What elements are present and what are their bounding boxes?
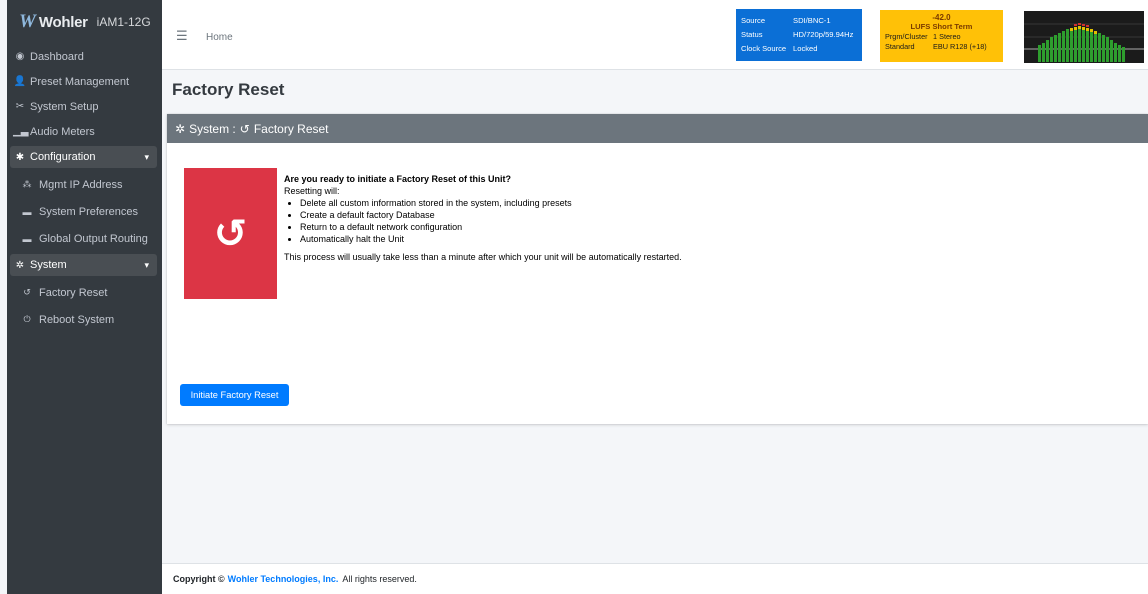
sidebar-group-system[interactable]: ✲ System ▾ [10,254,157,276]
status-value: SDI/BNC-1 [793,15,831,25]
status-row: Clock Source Locked [741,41,857,55]
status-value: Locked [793,43,818,53]
reset-note: This process will usually take less than… [284,252,682,262]
tools-icon: ✂ [15,101,25,112]
loudness-key: Standard [885,41,915,51]
undo-icon: ↺ [239,121,250,136]
reset-question: Are you ready to initiate a Factory Rese… [284,174,512,184]
list-item: Delete all custom information stored in … [300,197,682,209]
sidebar-item-label: System Preferences [39,205,139,218]
loudness-row: Prgm/Cluster 1 Stereo [885,31,998,41]
logo-text: Wohler [38,13,88,31]
sidebar-item-preset-management[interactable]: 👤 Preset Management [7,69,162,94]
loudness-row-value: EBU R128 (+18) [933,41,987,51]
list-item: Create a default factory Database [300,209,682,221]
status-row: Source SDI/BNC-1 [741,13,857,27]
chevron-down-icon: ▾ [144,259,149,270]
status-key: Status [741,29,763,39]
reset-description: Are you ready to initiate a Factory Rese… [284,173,682,263]
sidebar-item-label: Factory Reset [39,286,108,299]
brand[interactable]: W Wohler iAM1-12G [7,0,162,44]
keyboard-icon: ▬ [22,233,32,244]
gears-icon: ✲ [15,259,25,271]
sidebar-group-label: System [30,259,67,271]
device-model: iAM1-12G [96,15,151,29]
source-status-panel: Source SDI/BNC-1 Status HD/720p/59.94Hz … [736,9,862,61]
loudness-row: Standard EBU R128 (+18) [885,41,998,51]
company-link[interactable]: Wohler Technologies, Inc. [228,574,339,584]
status-value: HD/720p/59.94Hz [793,29,854,39]
loudness-title: LUFS Short Term [910,22,973,31]
home-link[interactable]: Home [206,32,233,43]
audio-meter-graphic [1024,11,1144,63]
sidebar-item-label: Reboot System [39,313,115,326]
sidebar-item-label: Mgmt IP Address [39,178,123,191]
sidebar-item-dashboard[interactable]: ◉ Dashboard [7,44,162,69]
loudness-panel: -42.0 LUFS Short Term Prgm/Cluster 1 Ste… [880,10,1003,62]
wohler-w-icon: W [19,11,36,32]
tachometer-icon: ◉ [15,51,25,62]
sidebar-group-configuration[interactable]: ✱ Configuration ▾ [10,146,157,168]
list-item: Automatically halt the Unit [300,233,682,245]
power-icon: ⏻ [23,314,31,324]
hamburger-menu-icon[interactable]: ☰ [176,28,188,44]
list-item: Return to a default network configuratio… [300,221,682,233]
sidebar-item-label: Global Output Routing [39,232,148,245]
sidebar: W Wohler iAM1-12G ◉ Dashboard 👤 Preset M… [7,0,162,594]
gears-icon: ✲ [175,121,186,136]
factory-reset-tile: ↺ [184,168,277,299]
gear-icon: ✱ [15,151,25,163]
loudness-key: Prgm/Cluster [885,31,928,41]
sidebar-item-label: Preset Management [30,75,130,88]
chart-icon: ▁▃ [13,126,29,137]
sidebar-item-system-setup[interactable]: ✂ System Setup [7,94,162,119]
audio-meter-thumbnail[interactable] [1024,11,1144,63]
sidebar-item-label: System Setup [30,100,99,113]
card-title-suffix: Factory Reset [253,121,329,136]
copyright-prefix: Copyright © [173,574,225,584]
undo-icon: ↺ [213,211,248,256]
sidebar-item-label: Audio Meters [30,125,95,138]
sidebar-nav: ◉ Dashboard 👤 Preset Management ✂ System… [7,44,162,333]
user-cog-icon: 👤 [13,76,27,87]
sidebar-item-global-output-routing[interactable]: ▬ Global Output Routing [7,225,162,252]
keyboard-icon: ▬ [22,206,32,217]
wohler-logo: W Wohler [19,11,88,33]
status-row: Status HD/720p/59.94Hz [741,27,857,41]
sidebar-group-label: Configuration [30,151,96,163]
reset-effects-list: Delete all custom information stored in … [284,197,682,245]
top-navbar: ☰ Home Source SDI/BNC-1 Status HD/720p/5… [162,0,1148,70]
loudness-value: -42.0 [932,13,951,22]
undo-icon: ↺ [23,287,31,297]
loudness-row-value: 1 Stereo [933,31,961,41]
sidebar-item-reboot-system[interactable]: ⏻ Reboot System [7,306,162,333]
card-header: ✲ System : ↺ Factory Reset [167,114,1148,143]
sidebar-item-audio-meters[interactable]: ▁▃ Audio Meters [7,119,162,144]
factory-reset-card: ✲ System : ↺ Factory Reset ↺ Are you rea… [167,114,1148,424]
initiate-factory-reset-button[interactable]: Initiate Factory Reset [180,384,289,406]
chevron-down-icon: ▾ [144,151,149,162]
network-icon: ⁂ [22,179,32,189]
sidebar-item-system-preferences[interactable]: ▬ System Preferences [7,198,162,225]
card-title-prefix: System : [189,121,236,136]
sidebar-item-mgmt-ip-address[interactable]: ⁂ Mgmt IP Address [7,171,162,198]
copyright-suffix: All rights reserved. [342,574,417,584]
page-title: Factory Reset [172,80,285,99]
sidebar-item-factory-reset[interactable]: ↺ Factory Reset [7,279,162,306]
status-key: Source [741,15,766,25]
reset-intro: Resetting will: [284,186,340,196]
sidebar-item-label: Dashboard [30,50,84,63]
status-key: Clock Source [741,43,787,53]
footer: Copyright © Wohler Technologies, Inc. Al… [162,563,1148,594]
